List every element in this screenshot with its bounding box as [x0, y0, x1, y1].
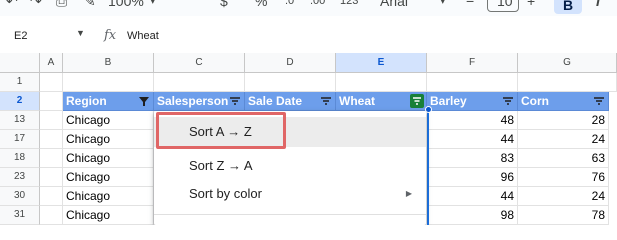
menu-item-label: Sort by color — [189, 186, 262, 201]
cell-corn[interactable]: 76 — [518, 168, 609, 187]
row-header-30[interactable]: 30 — [0, 187, 40, 206]
font-size-value: 10 — [497, 0, 513, 9]
cell-corn[interactable]: 63 — [518, 149, 609, 168]
redo-icon[interactable]: ↷ — [30, 0, 42, 11]
row-header-13[interactable]: 13 — [0, 111, 40, 130]
cell-corn[interactable]: 24 — [518, 187, 609, 206]
name-box[interactable]: E2 — [14, 30, 27, 42]
cell[interactable] — [518, 73, 617, 92]
cell-region[interactable]: Chicago — [63, 187, 154, 206]
cell-corn[interactable]: 28 — [518, 111, 609, 130]
zoom-select[interactable]: 100% — [108, 0, 144, 11]
percent-button[interactable]: % — [255, 0, 267, 11]
cell[interactable] — [40, 149, 63, 168]
cell[interactable] — [40, 92, 63, 111]
toolbar: ↶ ↷ ⎙ ✎ 100% ▾ $ % .0 .00 123 Arial ▾ − … — [0, 0, 617, 16]
row-header-1[interactable]: 1 — [0, 73, 40, 92]
decrease-decimal-icon[interactable]: .0 — [285, 0, 294, 11]
header-cell-region[interactable]: Region — [63, 92, 154, 111]
cell-region[interactable]: Chicago — [63, 206, 154, 225]
header-cell-wheat[interactable]: Wheat — [336, 92, 427, 111]
submenu-arrow-icon: ▶ — [405, 189, 412, 198]
column-header-c[interactable]: C — [154, 53, 245, 73]
select-all-corner[interactable] — [0, 53, 40, 73]
cell-barley[interactable]: 44 — [427, 130, 518, 149]
menu-item-sort-za[interactable]: Sort Z → A — [154, 151, 426, 181]
row-header-17[interactable]: 17 — [0, 130, 40, 149]
header-label: Wheat — [339, 94, 375, 108]
selection-handle[interactable] — [425, 106, 432, 113]
filter-active-icon[interactable] — [138, 95, 150, 107]
header-label: Barley — [430, 94, 467, 108]
row-header-18[interactable]: 18 — [0, 149, 40, 168]
cell[interactable] — [40, 73, 63, 92]
chevron-down-icon[interactable]: ▼ — [76, 28, 85, 38]
highlight-box — [156, 112, 286, 149]
menu-divider — [154, 214, 426, 215]
cell-barley[interactable]: 96 — [427, 168, 518, 187]
italic-icon[interactable]: I — [596, 0, 600, 11]
more-formats-button[interactable]: 123 — [340, 0, 358, 11]
cell[interactable] — [245, 73, 336, 92]
filter-open-icon[interactable] — [410, 94, 424, 108]
chevron-down-icon: ▾ — [150, 0, 156, 7]
column-header-e[interactable]: E — [336, 53, 427, 73]
filter-icon[interactable] — [320, 95, 332, 107]
cell[interactable] — [40, 187, 63, 206]
header-label: Salesperson — [157, 94, 229, 108]
cell-region[interactable]: Chicago — [63, 168, 154, 187]
cell[interactable] — [40, 206, 63, 225]
undo-icon[interactable]: ↶ — [6, 0, 18, 11]
selection-border — [427, 110, 429, 225]
currency-icon[interactable]: $ — [220, 0, 228, 11]
cell-region[interactable]: Chicago — [63, 149, 154, 168]
header-cell-barley[interactable]: Barley — [427, 92, 518, 111]
header-label: Region — [66, 94, 107, 108]
cell-barley[interactable]: 98 — [427, 206, 518, 225]
bold-button[interactable]: B — [554, 0, 582, 14]
cell-corn[interactable]: 24 — [518, 130, 609, 149]
function-icon: fx — [104, 28, 117, 43]
filter-icon[interactable] — [593, 95, 605, 107]
cell-region[interactable]: Chicago — [63, 111, 154, 130]
cell-corn[interactable]: 78 — [518, 206, 609, 225]
cell[interactable] — [40, 111, 63, 130]
header-label: Sale Date — [248, 94, 303, 108]
formula-bar: E2 ▼ fx Wheat — [0, 26, 617, 48]
filter-icon[interactable] — [229, 95, 241, 107]
decrease-font-size-icon[interactable]: − — [466, 0, 474, 11]
cell[interactable] — [63, 73, 154, 92]
chevron-down-icon: ▾ — [440, 0, 446, 7]
row-header-31[interactable]: 31 — [0, 206, 40, 225]
increase-font-size-button[interactable]: + — [527, 0, 535, 11]
font-family-select[interactable]: Arial — [380, 0, 408, 11]
header-cell-corn[interactable]: Corn — [518, 92, 609, 111]
cell[interactable] — [40, 130, 63, 149]
column-header-f[interactable]: F — [427, 53, 518, 73]
formula-input[interactable]: Wheat — [127, 30, 159, 42]
menu-item-sort-by-color[interactable]: Sort by color ▶ — [154, 179, 426, 209]
column-header-b[interactable]: B — [63, 53, 154, 73]
spreadsheet-window: ↶ ↷ ⎙ ✎ 100% ▾ $ % .0 .00 123 Arial ▾ − … — [0, 0, 617, 225]
cell-barley[interactable]: 44 — [427, 187, 518, 206]
filter-icon[interactable] — [502, 95, 514, 107]
header-label: Corn — [521, 94, 549, 108]
cell[interactable] — [154, 73, 245, 92]
row-header-2[interactable]: 2 — [0, 92, 40, 111]
cell-barley[interactable]: 83 — [427, 149, 518, 168]
cell-region[interactable]: Chicago — [63, 130, 154, 149]
header-cell-sale-date[interactable]: Sale Date — [245, 92, 336, 111]
cell[interactable] — [336, 73, 427, 92]
print-icon[interactable]: ⎙ — [56, 0, 67, 11]
cell[interactable] — [40, 168, 63, 187]
increase-decimal-icon[interactable]: .00 — [310, 0, 325, 11]
header-cell-salesperson[interactable]: Salesperson — [154, 92, 245, 111]
paint-format-icon[interactable]: ✎ — [84, 0, 96, 11]
column-header-d[interactable]: D — [245, 53, 336, 73]
column-header-g[interactable]: G — [518, 53, 617, 73]
cell[interactable] — [427, 73, 518, 92]
row-header-23[interactable]: 23 — [0, 168, 40, 187]
column-header-a[interactable]: A — [40, 53, 63, 73]
cell-barley[interactable]: 48 — [427, 111, 518, 130]
